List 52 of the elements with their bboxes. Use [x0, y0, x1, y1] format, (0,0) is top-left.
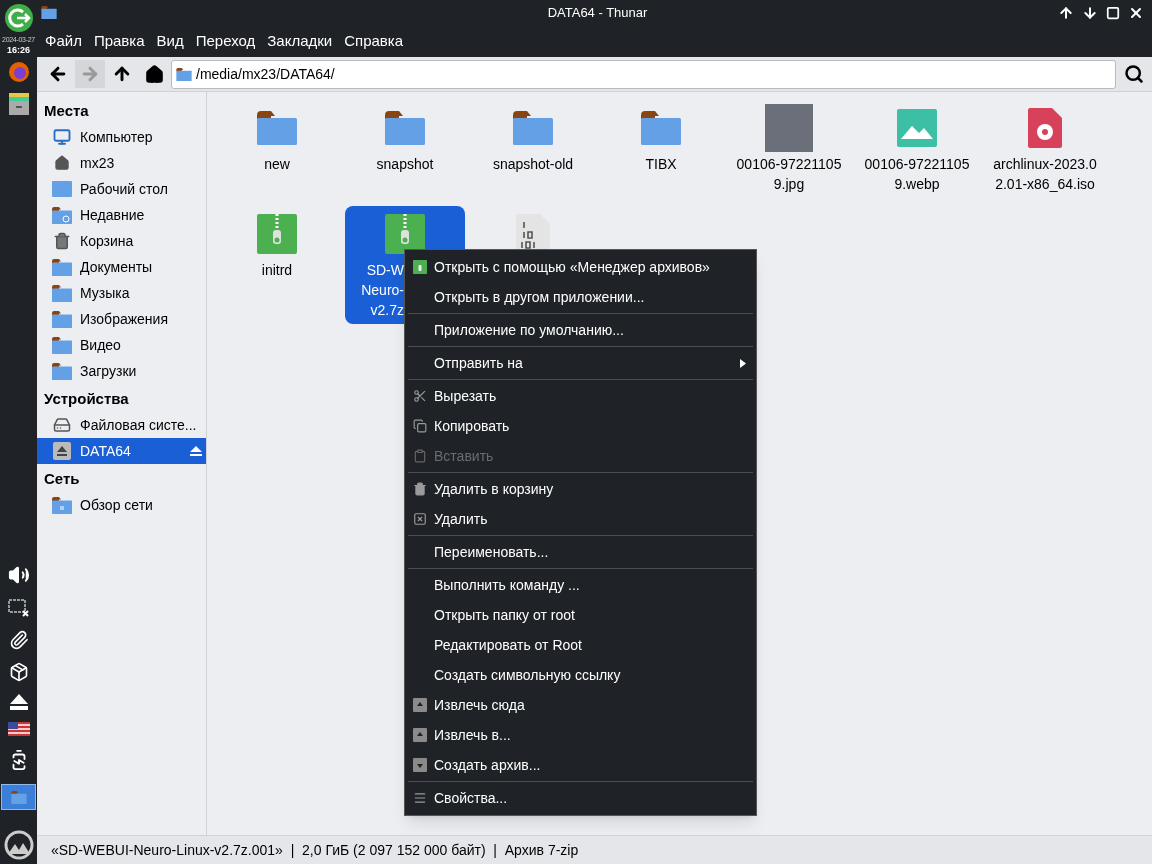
sidebar-label: Музыка [80, 283, 131, 303]
file-name: 9.jpg [773, 175, 805, 194]
menu-label: Выполнить команду ... [434, 575, 581, 595]
file-name: snapshot [376, 155, 434, 174]
menu-label: Вставить [434, 446, 495, 466]
sidebar-label: DATA64 [80, 441, 132, 461]
sidebar-label: Рабочий стол [80, 179, 169, 199]
file-name: 00106-97221105 [864, 155, 970, 174]
sidebar-label: Обзор сети [80, 495, 154, 515]
menu-label: Создать архив... [434, 755, 542, 775]
sidebar-label: Файловая систе... [80, 415, 198, 435]
file-name: TIBX [645, 155, 677, 174]
sidebar-heading: Сеть [43, 468, 81, 489]
file-name: snapshot-old [492, 155, 574, 174]
sidebar-heading: Устройства [43, 388, 130, 409]
sidebar-label: Изображения [80, 309, 169, 329]
menu-label: Извлечь в... [434, 725, 512, 745]
file-name: Neuro- [361, 281, 404, 300]
sidebar-label: Документы [80, 257, 154, 277]
menu-label: Переименовать... [434, 542, 550, 562]
location-path: /media/mx23/DATA64/ [196, 64, 335, 84]
sidebar-heading: Места [43, 100, 90, 121]
menu-label: Извлечь сюда [434, 695, 526, 715]
menu-label: Удалить [434, 509, 489, 529]
window-title: DATA64 - Thunar [547, 3, 648, 22]
menu-label: Удалить в корзину [434, 479, 555, 499]
menu-label: Открыть в другом приложении... [434, 287, 646, 307]
menu-label: Открыть с помощью «Менеджер архивов» [434, 257, 711, 277]
file-name: v2.7z [370, 301, 404, 320]
status-text: «SD-WEBUI-Neuro-Linux-v2.7z.001» | 2,0 ГиБ (2 097 152 000 байт) | Архив 7-zip [51, 840, 579, 860]
menu-label: Отправить на [434, 353, 524, 373]
file-name: 2.01-x86_64.iso [995, 175, 1095, 194]
sidebar-label: Недавние [80, 205, 146, 225]
file-name: 9.webp [894, 175, 940, 194]
sidebar-label: Корзина [80, 231, 135, 251]
file-name: new [264, 155, 290, 174]
menu-label: Копировать [434, 416, 511, 436]
sidebar-label: Видео [80, 335, 122, 355]
menu-label: Создать символьную ссылку [434, 665, 622, 685]
sidebar-label: mx23 [80, 153, 116, 173]
sidebar-label: Компьютер [80, 127, 154, 147]
menu-label: Вырезать [434, 386, 498, 406]
menu-label: Открыть папку от root [434, 605, 576, 625]
panel-clock: 16:26 [7, 46, 30, 55]
sidebar-label: Загрузки [80, 361, 138, 381]
file-name: archlinux-2023.0 [993, 155, 1097, 174]
file-name: initrd [261, 261, 293, 280]
file-name: SD-W [366, 261, 404, 280]
menu-label: Свойства... [434, 788, 509, 808]
menu-label: Редактировать от Root [434, 635, 583, 655]
file-name: 00106-97221105 [736, 155, 842, 174]
menu-label: Приложение по умолчанию... [434, 320, 625, 340]
